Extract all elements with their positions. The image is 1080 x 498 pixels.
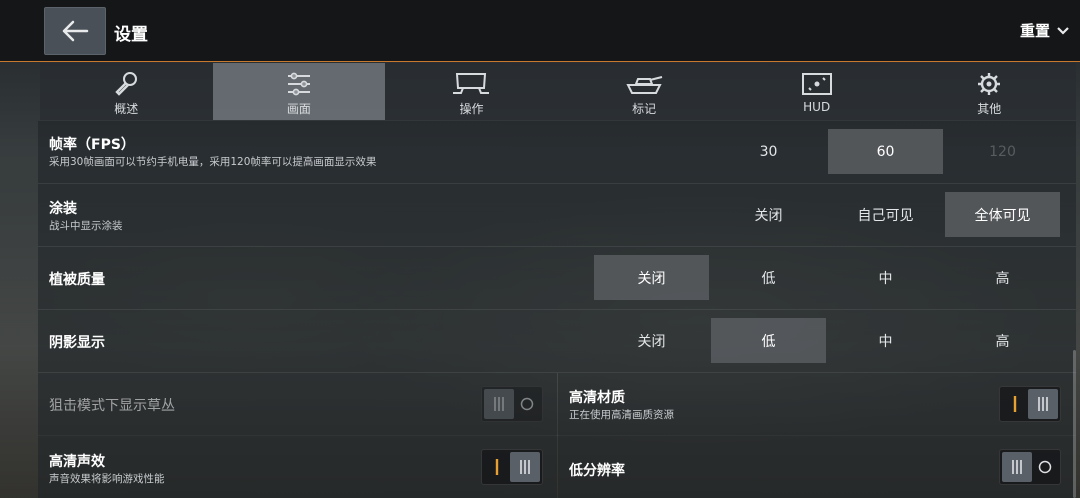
tab-label: 画面 [286, 102, 311, 116]
shadow-row: 阴影显示 关闭 低 中 高 [38, 310, 1076, 373]
grip-icon [1038, 397, 1048, 411]
low-res-label: 低分辨率 [569, 463, 625, 479]
skin-label: 涂装 [49, 201, 77, 217]
hd-sound-setting: 高清声效 声音效果将影响游戏性能 [38, 436, 557, 498]
wrench-icon [115, 72, 138, 96]
grip-icon [494, 397, 504, 411]
reset-label: 重置 [1019, 22, 1050, 40]
shadow-option-mid[interactable]: 中 [828, 318, 943, 363]
off-circle-icon [512, 387, 542, 421]
tab-other[interactable]: 其他 [903, 63, 1076, 120]
tab-label: 操作 [459, 102, 484, 116]
low-res-toggle[interactable] [999, 449, 1061, 485]
vegetation-row: 植被质量 关闭 低 中 高 [38, 247, 1076, 310]
on-bar-icon [1000, 387, 1030, 421]
tab-label: 其他 [977, 102, 1002, 116]
vegetation-option-high[interactable]: 高 [945, 255, 1060, 300]
toggle-knob [484, 389, 514, 419]
skin-row: 涂装 战斗中显示涂装 关闭 自己可见 全体可见 [38, 184, 1076, 247]
chevron-down-icon [1057, 26, 1069, 35]
vegetation-label: 植被质量 [49, 272, 105, 288]
fps-option-30[interactable]: 30 [711, 129, 826, 174]
hud-icon [801, 73, 832, 95]
tab-overview[interactable]: 概述 [40, 63, 213, 120]
page-title: 设置 [114, 25, 148, 45]
toggle-knob [1002, 452, 1032, 482]
fps-option-120: 120 [989, 143, 1016, 160]
settings-tabs: 概述 画面 操作 标记 HUD 其他 [40, 63, 1076, 120]
hd-sound-description: 声音效果将影响游戏性能 [49, 473, 165, 485]
grip-icon [520, 460, 530, 474]
reset-button[interactable]: 重置 [1020, 20, 1070, 41]
toggle-knob [1028, 389, 1058, 419]
off-circle-icon [1030, 450, 1060, 484]
tab-hud[interactable]: HUD [730, 63, 903, 120]
tab-controls[interactable]: 操作 [385, 63, 558, 120]
skin-option-all[interactable]: 全体可见 [945, 192, 1060, 237]
shadow-label: 阴影显示 [49, 335, 105, 351]
shadow-option-off[interactable]: 关闭 [594, 318, 709, 363]
tab-markers[interactable]: 标记 [558, 63, 731, 120]
hd-texture-label: 高清材质 [569, 390, 625, 406]
vegetation-option-low[interactable]: 低 [711, 255, 826, 300]
tab-label: 标记 [632, 102, 657, 116]
sniper-grass-toggle[interactable] [481, 386, 543, 422]
toggle-knob [510, 452, 540, 482]
sniper-grass-label: 狙击模式下显示草丛 [49, 398, 175, 414]
low-res-setting: 低分辨率 [558, 436, 1076, 498]
settings-panel: 帧率（FPS） 采用30帧画面可以节约手机电量，采用120帧率可以提高画面显示效… [38, 121, 1076, 498]
back-button[interactable] [44, 7, 106, 55]
sniper-grass-setting: 狙击模式下显示草丛 [38, 373, 557, 436]
shadow-option-low[interactable]: 低 [711, 318, 826, 363]
toggle-row-2: 高清声效 声音效果将影响游戏性能 低分辨率 [38, 436, 1076, 498]
hd-sound-label: 高清声效 [49, 454, 105, 470]
fps-description: 采用30帧画面可以节约手机电量，采用120帧率可以提高画面显示效果 [49, 156, 377, 168]
shadow-option-high[interactable]: 高 [945, 318, 1060, 363]
gear-icon [978, 73, 1001, 95]
tab-display[interactable]: 画面 [212, 63, 386, 120]
toggle-row-1: 狙击模式下显示草丛 高清材质 正在使用高清画质资源 [38, 373, 1076, 436]
skin-option-off[interactable]: 关闭 [711, 192, 826, 237]
tab-label: HUD [803, 100, 831, 114]
vegetation-option-mid[interactable]: 中 [828, 255, 943, 300]
hd-texture-description: 正在使用高清画质资源 [569, 409, 674, 421]
skin-description: 战斗中显示涂装 [49, 220, 123, 232]
tank-icon [626, 76, 663, 94]
top-bar: 设置 重置 [0, 0, 1080, 62]
controller-icon [453, 73, 490, 94]
vegetation-option-off[interactable]: 关闭 [594, 255, 709, 300]
skin-option-self[interactable]: 自己可见 [828, 192, 943, 237]
on-bar-icon [482, 450, 512, 484]
scrollbar[interactable] [1073, 350, 1076, 498]
sliders-icon [287, 72, 310, 96]
hd-sound-toggle[interactable] [481, 449, 543, 485]
fps-label: 帧率（FPS） [49, 137, 135, 153]
tab-label: 概述 [114, 102, 139, 116]
grip-icon [1012, 460, 1022, 474]
fps-row: 帧率（FPS） 采用30帧画面可以节约手机电量，采用120帧率可以提高画面显示效… [38, 121, 1076, 184]
arrow-left-icon [62, 20, 89, 42]
fps-option-60[interactable]: 60 [828, 129, 943, 174]
hd-texture-setting: 高清材质 正在使用高清画质资源 [558, 373, 1076, 436]
hd-texture-toggle[interactable] [999, 386, 1061, 422]
